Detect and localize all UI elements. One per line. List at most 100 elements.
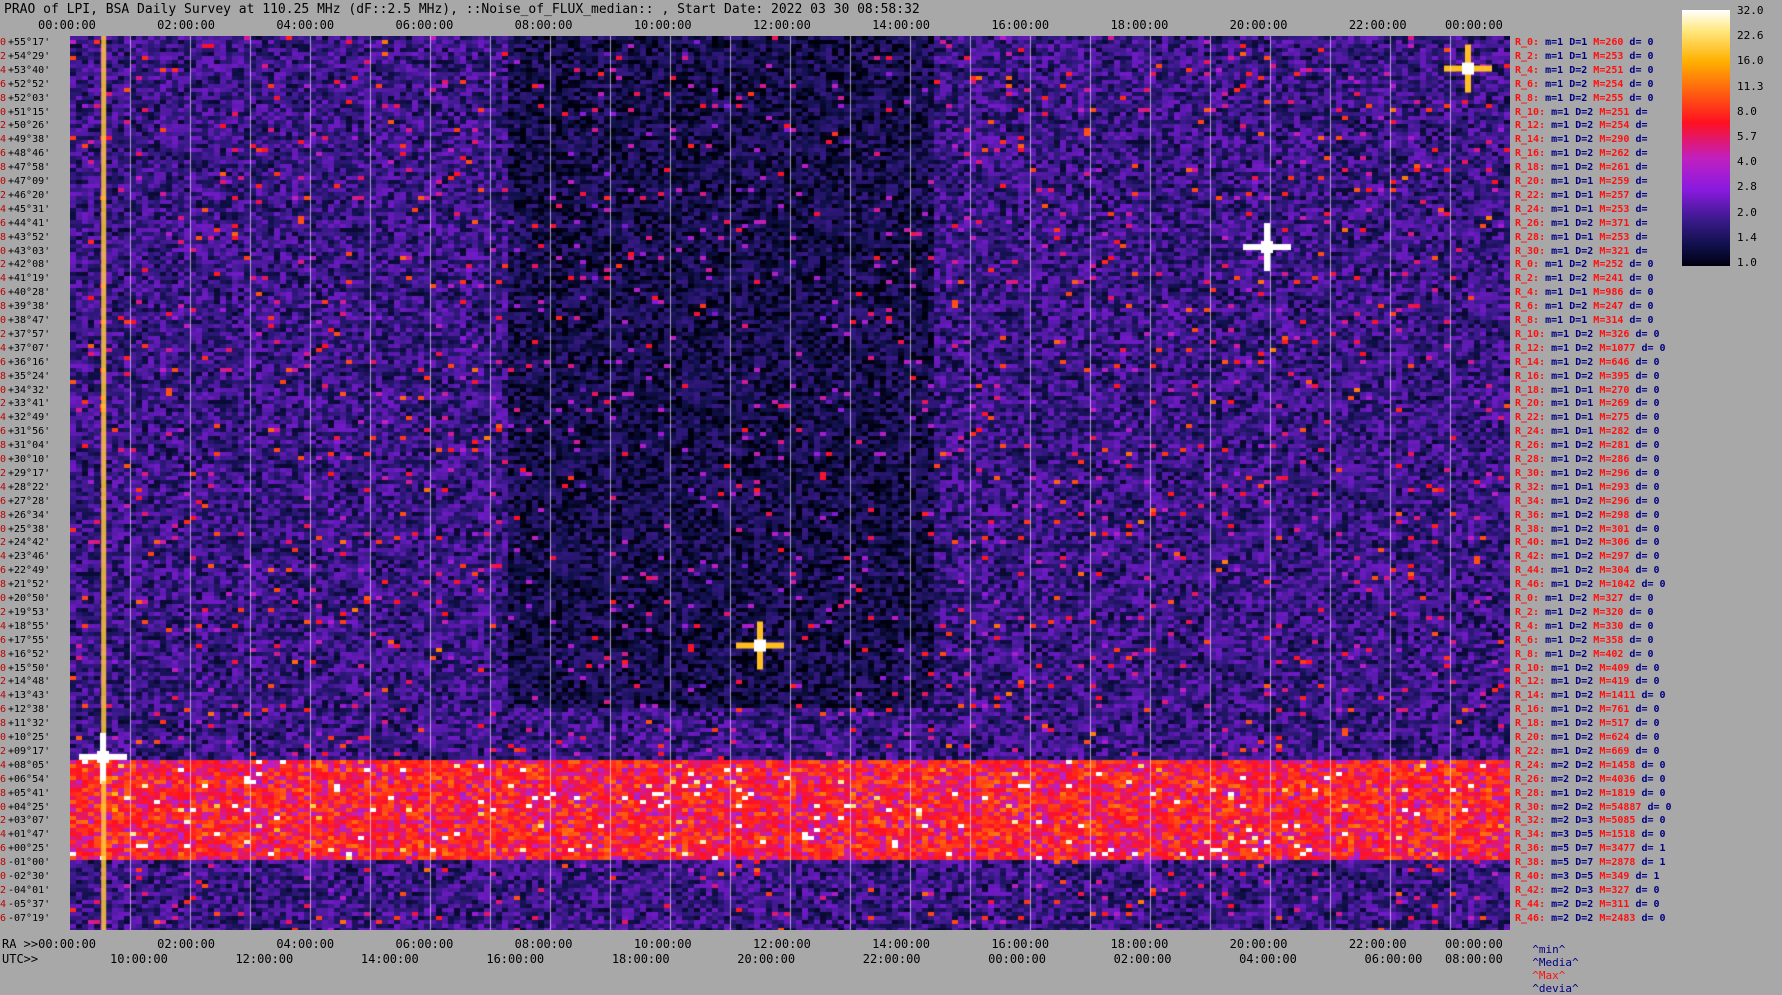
row-index: 6 [0,634,7,646]
top-tick-label: 00:00:00 [38,18,96,32]
stat-ray: R_16: [1515,704,1552,716]
stat-row: R_0: m=1 D=1 M=260 d= 0 [1515,37,1654,48]
stat-median: D=1 [1575,398,1600,410]
heatmap-plot[interactable] [70,36,1510,930]
stat-devia: d= 0 [1647,801,1672,813]
dec-value: +55°17' [8,37,51,48]
dec-value: +14°48' [8,676,51,688]
stat-min: m=2 [1551,773,1576,785]
stat-devia: d= [1635,203,1648,215]
dec-value: +04°25' [8,801,51,813]
bottom-ra-tick-label: 10:00:00 [633,937,692,951]
stat-max: M=402 [1593,648,1630,660]
stat-row: R_40: m=1 D=2 M=306 d= 0 [1515,537,1660,548]
stat-median: D=2 [1575,787,1600,799]
dec-value: -02°30' [8,871,51,882]
stat-max: M=4036 [1599,773,1642,785]
dec-label: 0 +20°50' [0,593,50,604]
stat-max: M=326 [1599,328,1636,340]
stat-row: R_12: m=1 D=2 M=254 d= [1515,120,1647,131]
stat-median: D=2 [1575,579,1600,591]
dec-value: +52°52' [8,78,51,90]
stat-ray: R_34: [1515,829,1552,841]
stat-row: R_38: m=1 D=2 M=301 d= 0 [1515,524,1660,535]
bottom-utc-tick-label: 08:00:00 [1445,952,1503,966]
stat-devia: d= 0 [1629,606,1654,618]
stat-min: m=1 [1545,593,1570,604]
stat-devia: d= 0 [1641,579,1666,591]
dec-label: 8 +05°41' [0,788,50,799]
stat-median: D=2 [1575,440,1600,452]
stat-devia: d= 0 [1629,259,1654,271]
stat-row: R_6: m=1 D=2 M=358 d= 0 [1515,635,1654,646]
stat-median: D=2 [1575,217,1600,229]
dec-label: 6 +27°28' [0,496,50,507]
stat-median: D=2 [1575,328,1600,340]
stat-min: m=1 [1551,676,1576,688]
stat-row: R_6: m=1 D=2 M=254 d= 0 [1515,79,1654,90]
stat-devia: d= [1635,134,1648,146]
dec-label: 0 +38°47' [0,315,50,326]
dec-label: 8 -01°00' [0,857,50,868]
colorbar-tick-label: 4.0 [1737,155,1757,169]
bottom-utc-tick-label: 02:00:00 [1113,952,1172,966]
row-index: 4 [0,64,7,76]
stat-median: D=2 [1575,732,1600,743]
stat-row: R_6: m=1 D=2 M=247 d= 0 [1515,301,1654,312]
stat-devia: d= [1635,217,1648,229]
stat-min: m=1 [1545,259,1570,271]
stat-max: M=298 [1599,509,1636,521]
stat-median: D=2 [1569,593,1594,604]
stat-min: m=1 [1551,467,1576,479]
stat-min: m=1 [1551,356,1576,368]
stat-ray: R_10: [1515,106,1552,118]
stat-median: D=1 [1569,287,1594,299]
dec-value: +20°50' [8,593,51,604]
stat-median: D=2 [1569,78,1594,90]
stat-row: R_40: m=3 D=5 M=349 d= 1 [1515,871,1660,882]
dec-label: 6 +00°25' [0,843,50,854]
dec-label: 6 -07°19' [0,913,50,924]
stat-row: R_24: m=2 D=2 M=1458 d= 0 [1515,760,1666,771]
stat-ray: R_0: [1515,593,1546,604]
stat-median: D=2 [1569,648,1594,660]
bottom-utc-tick-label: 10:00:00 [110,952,168,966]
dec-label: 8 +47°58' [0,162,50,173]
stat-row: R_4: m=1 D=2 M=251 d= 0 [1515,65,1654,76]
legend-max: ^Max^ [1532,969,1566,982]
dec-label: 4 +28°22' [0,482,50,493]
stat-ray: R_6: [1515,301,1546,313]
dec-label: 2 +54°29' [0,51,50,62]
stat-min: m=1 [1551,690,1576,702]
dec-value: +43°52' [8,231,51,243]
stat-devia: d= 0 [1629,92,1654,104]
stat-row: R_12: m=1 D=2 M=1077 d= 0 [1515,343,1666,354]
stat-row: R_38: m=5 D=7 M=2878 d= 1 [1515,857,1666,868]
bottom-ra-tick-label: 16:00:00 [991,937,1050,951]
top-tick-label: 20:00:00 [1229,18,1288,32]
dec-value: +28°22' [8,481,51,493]
bottom-utc-tick-label: 18:00:00 [611,952,670,966]
stat-row: R_16: m=1 D=2 M=262 d= [1515,148,1647,159]
stat-median: D=2 [1575,495,1600,507]
stat-min: m=2 [1551,912,1576,924]
dec-label: 4 +18°55' [0,621,50,632]
stat-devia: d= 0 [1635,523,1660,535]
stat-min: m=1 [1545,648,1570,660]
row-index: 8 [0,509,7,521]
row-index: 0 [0,662,7,674]
stat-max: M=296 [1599,495,1636,507]
dec-value: +00°25' [8,843,51,855]
stat-ray: R_44: [1515,898,1552,910]
dec-value: +40°28' [8,287,51,299]
stat-row: R_0: m=1 D=2 M=327 d= 0 [1515,593,1654,604]
dec-label: 4 +23°46' [0,551,50,562]
row-index: 2 [0,328,7,340]
stat-ray: R_4: [1515,287,1546,299]
row-index: 6 [0,426,7,438]
row-index: 2 [0,189,7,201]
stat-median: D=7 [1575,857,1600,869]
dec-label: 4 +49°38' [0,134,50,145]
stat-median: D=1 [1575,231,1600,243]
dec-label: 0 +43°03' [0,246,50,257]
